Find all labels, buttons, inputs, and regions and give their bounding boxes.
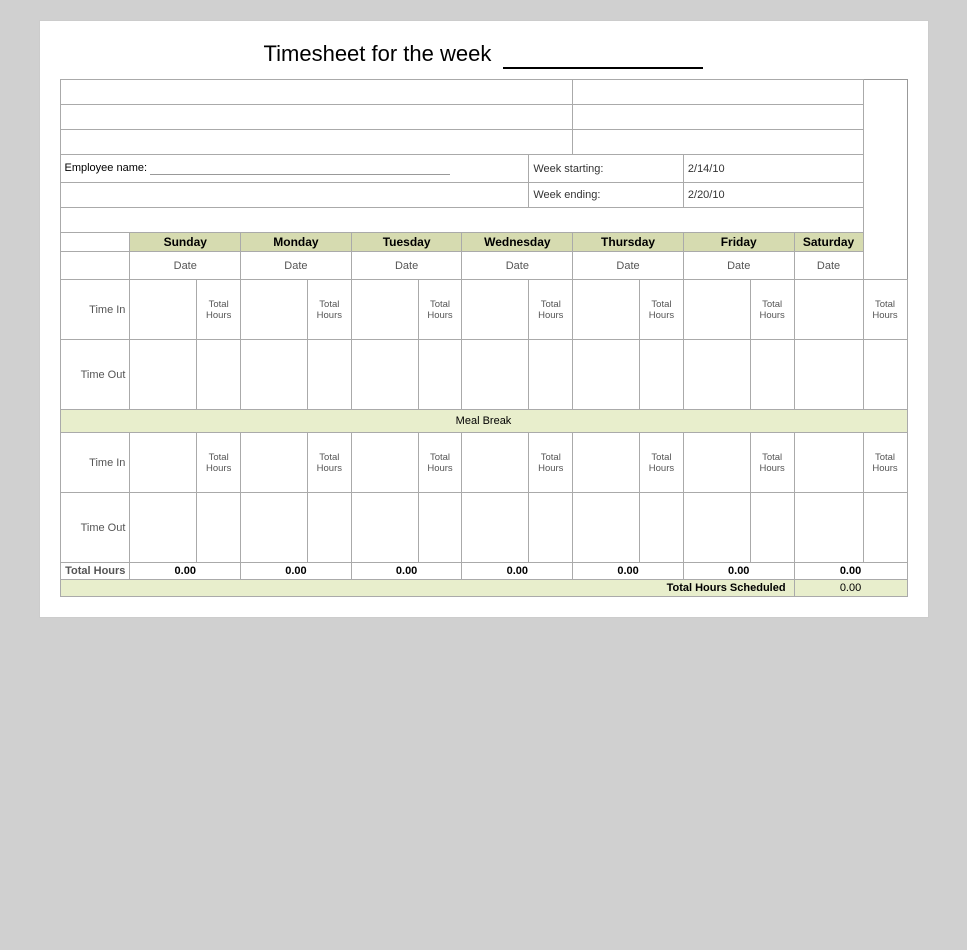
saturday-total-hours-2: Total Hours: [863, 433, 907, 493]
saturday-header: Saturday: [794, 233, 863, 252]
monday-total: 0.00: [241, 563, 352, 580]
saturday-total: 0.00: [794, 563, 907, 580]
tuesday-date: Date: [351, 252, 462, 280]
tuesday-time-in-2[interactable]: [351, 433, 418, 493]
tuesday-total-hours-1: Total Hours: [418, 280, 462, 340]
time-in-label-2: Time In: [60, 433, 130, 493]
employee-name-label: Employee name:: [65, 162, 148, 174]
saturday-time-in-1[interactable]: [794, 280, 863, 340]
wednesday-time-out-1[interactable]: [462, 340, 529, 410]
week-underline: [503, 41, 703, 69]
thursday-header: Thursday: [573, 233, 684, 252]
sunday-time-in-2[interactable]: [130, 433, 197, 493]
monday-time-in-2[interactable]: [241, 433, 308, 493]
wednesday-date: Date: [462, 252, 573, 280]
saturday-time-out-2[interactable]: [794, 493, 863, 563]
week-ending-row: Week ending: 2/20/10: [60, 183, 907, 208]
tuesday-header: Tuesday: [351, 233, 462, 252]
wednesday-time-in-1[interactable]: [462, 280, 529, 340]
sunday-total-hours-1: Total Hours: [197, 280, 241, 340]
sunday-total-hours-2: Total Hours: [197, 433, 241, 493]
thursday-time-in-2[interactable]: [573, 433, 640, 493]
timesheet-page: Timesheet for the week: [39, 20, 929, 618]
timesheet-table: Employee name: Week starting: 2/14/10 We…: [60, 79, 908, 597]
monday-header: Monday: [241, 233, 352, 252]
saturday-date: Date: [794, 252, 863, 280]
meal-break-label: Meal Break: [60, 410, 907, 433]
friday-total-hours-1: Total Hours: [750, 280, 794, 340]
sunday-total: 0.00: [130, 563, 241, 580]
tuesday-total-hours-2: Total Hours: [418, 433, 462, 493]
monday-total-hours-2: Total Hours: [307, 433, 351, 493]
total-hours-scheduled-value: 0.00: [794, 580, 907, 597]
employee-name-input[interactable]: [150, 162, 450, 175]
time-out-label-2: Time Out: [60, 493, 130, 563]
empty-row-2: [60, 105, 907, 130]
label-empty: [60, 233, 130, 252]
total-hours-row: Total Hours 0.00 0.00 0.00 0.00 0.00 0.0…: [60, 563, 907, 580]
wednesday-time-out-2[interactable]: [462, 493, 529, 563]
friday-header: Friday: [683, 233, 794, 252]
empty-row-3: [60, 130, 907, 155]
total-hours-scheduled-label: Total Hours Scheduled: [60, 580, 794, 597]
friday-total-hours-2: Total Hours: [750, 433, 794, 493]
friday-time-out-1[interactable]: [683, 340, 750, 410]
tuesday-time-out-2[interactable]: [351, 493, 418, 563]
saturday-total-hours-1: Total Hours: [863, 280, 907, 340]
time-in-row-2: Time In Total Hours Total Hours Total Ho…: [60, 433, 907, 493]
wednesday-total-hours-2: Total Hours: [529, 433, 573, 493]
scheduled-row: Total Hours Scheduled 0.00: [60, 580, 907, 597]
tuesday-time-in-1[interactable]: [351, 280, 418, 340]
thursday-total-hours-1: Total Hours: [640, 280, 684, 340]
day-headers-row: Sunday Monday Tuesday Wednesday Thursday…: [60, 233, 907, 252]
wednesday-total: 0.00: [462, 563, 573, 580]
week-ending-value: 2/20/10: [683, 183, 863, 208]
friday-time-in-1[interactable]: [683, 280, 750, 340]
sunday-header: Sunday: [130, 233, 241, 252]
monday-time-out-2[interactable]: [241, 493, 308, 563]
date-row: Date Date Date Date Date Date Date: [60, 252, 907, 280]
thursday-total-hours-2: Total Hours: [640, 433, 684, 493]
monday-date: Date: [241, 252, 352, 280]
monday-total-hours-1: Total Hours: [307, 280, 351, 340]
thursday-time-out-1[interactable]: [573, 340, 640, 410]
time-out-label-1: Time Out: [60, 340, 130, 410]
monday-time-out-1[interactable]: [241, 340, 308, 410]
tuesday-time-out-1[interactable]: [351, 340, 418, 410]
sunday-date: Date: [130, 252, 241, 280]
meal-break-row: Meal Break: [60, 410, 907, 433]
friday-time-out-2[interactable]: [683, 493, 750, 563]
thursday-time-in-1[interactable]: [573, 280, 640, 340]
thursday-time-out-2[interactable]: [573, 493, 640, 563]
time-out-row-1: Time Out: [60, 340, 907, 410]
wednesday-header: Wednesday: [462, 233, 573, 252]
wednesday-time-in-2[interactable]: [462, 433, 529, 493]
time-in-row-1: Time In Total Hours Total Hours Total Ho…: [60, 280, 907, 340]
empty-row-1: [60, 80, 907, 105]
thursday-total: 0.00: [573, 563, 684, 580]
friday-total: 0.00: [683, 563, 794, 580]
week-starting-value: 2/14/10: [683, 155, 863, 183]
week-starting-label: Week starting:: [529, 155, 684, 183]
tuesday-total: 0.00: [351, 563, 462, 580]
sunday-time-out-2[interactable]: [130, 493, 197, 563]
friday-time-in-2[interactable]: [683, 433, 750, 493]
employee-row: Employee name: Week starting: 2/14/10: [60, 155, 907, 183]
week-ending-label: Week ending:: [529, 183, 684, 208]
saturday-time-in-2[interactable]: [794, 433, 863, 493]
saturday-time-out-1[interactable]: [794, 340, 863, 410]
time-out-row-2: Time Out: [60, 493, 907, 563]
total-hours-label: Total Hours: [60, 563, 130, 580]
page-title: Timesheet for the week: [60, 41, 908, 69]
sunday-time-in-1[interactable]: [130, 280, 197, 340]
time-in-label-1: Time In: [60, 280, 130, 340]
wednesday-total-hours-1: Total Hours: [529, 280, 573, 340]
monday-time-in-1[interactable]: [241, 280, 308, 340]
thursday-date: Date: [573, 252, 684, 280]
empty-row-4: [60, 208, 907, 233]
friday-date: Date: [683, 252, 794, 280]
sunday-time-out-1[interactable]: [130, 340, 197, 410]
